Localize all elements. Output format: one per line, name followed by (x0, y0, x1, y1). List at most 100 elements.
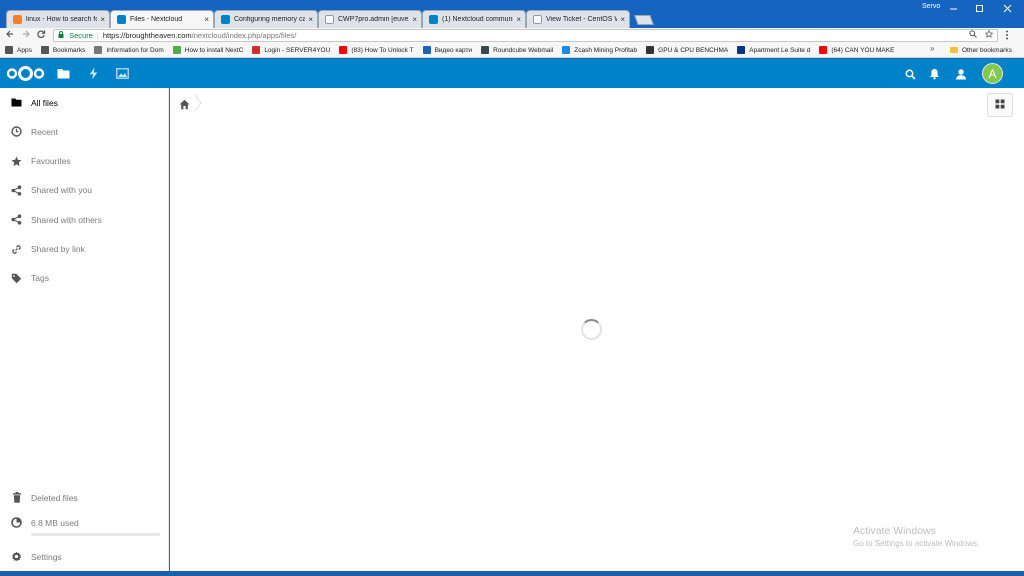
bookmark-label: (83) How To Unlock T (351, 46, 414, 54)
bookmark-item[interactable]: (83) How To Unlock T (339, 46, 414, 54)
browser-tab[interactable]: linux - How to search for × (6, 10, 110, 28)
bookmark-item[interactable]: Information for Dom (94, 46, 164, 54)
browser-titlebar: linux - How to search for × Files - Nextcl… (0, 0, 1024, 28)
forward-icon[interactable] (20, 29, 32, 43)
share-icon (11, 185, 22, 196)
back-icon[interactable] (4, 29, 16, 43)
bookmark-item[interactable]: Zcash Mining Profitab (562, 46, 637, 54)
gallery-app-icon[interactable] (115, 66, 130, 81)
bookmark-item[interactable]: Roundcube Webmail (481, 46, 553, 54)
sidebar-item-all-files[interactable]: All files (0, 88, 169, 117)
address-bar[interactable]: Secure | https://broughtheaven.com/nextclo… (53, 29, 998, 42)
maximize-icon[interactable] (966, 0, 992, 16)
tab-close-icon[interactable]: × (204, 15, 209, 24)
minimize-icon[interactable] (940, 0, 966, 16)
reload-icon[interactable] (35, 29, 47, 43)
bookmark-item[interactable]: Видео карти (422, 46, 473, 54)
tag-icon (11, 273, 22, 284)
bookmark-item[interactable]: How to install NextC (172, 46, 244, 54)
other-bookmarks-label: Other bookmarks (962, 46, 1012, 54)
sidebar-item-shared-with-others[interactable]: Shared with others (0, 205, 169, 234)
bookmark-item[interactable]: GPU & CPU BENCHMA (646, 46, 728, 54)
s4y-icon (252, 46, 261, 54)
sidebar-item-tags[interactable]: Tags (0, 264, 169, 293)
breadcrumb-home-icon[interactable] (179, 97, 190, 110)
bookmark-item[interactable]: Apps (5, 46, 32, 54)
browser-tab[interactable]: (1) Nextcloud communi × (422, 10, 526, 28)
booking-icon (737, 46, 746, 54)
sidebar-item-label: Tags (31, 273, 49, 284)
tab-close-icon[interactable]: × (620, 15, 625, 24)
sidebar-item-label: Recent (31, 126, 58, 137)
bookmark-label: Видео карти (434, 46, 473, 54)
tab-favicon-icon (533, 15, 542, 24)
globe-icon (94, 46, 103, 54)
browser-toolbar: Secure | https://broughtheaven.com/nextclo… (0, 28, 1024, 43)
m-icon (172, 46, 181, 54)
browser-tab[interactable]: View Ticket - CentOS We × (526, 10, 630, 28)
search-icon[interactable] (905, 67, 917, 80)
sidebar-item-shared-by-link[interactable]: Shared by link (0, 235, 169, 264)
youtube-icon (339, 46, 348, 54)
profile-name[interactable]: Servo (922, 3, 940, 10)
bookmark-item[interactable]: Bookmarks (40, 46, 86, 54)
breadcrumb-separator (194, 94, 203, 112)
nextcloud-logo[interactable] (6, 66, 46, 81)
sidebar-item-recent[interactable]: Recent (0, 117, 169, 146)
sidebar-item-shared-with-you[interactable]: Shared with you (0, 176, 169, 205)
watermark-title: Activate Windows (853, 525, 936, 537)
loading-spinner (581, 319, 602, 340)
tab-close-icon[interactable]: × (412, 15, 417, 24)
tab-title: CWP7pro.admin [euve21 (338, 16, 410, 23)
bookmark-item[interactable]: Login - SERVER4YOU (252, 46, 330, 54)
nextcloud-header (0, 59, 1024, 88)
bookmark-label: (64) CAN YOU MAKE (831, 46, 895, 54)
browser-menu-icon[interactable] (1005, 30, 1009, 42)
browser-tab[interactable]: CWP7pro.admin [euve21 × (318, 10, 422, 28)
other-bookmarks[interactable]: Other bookmarks (950, 44, 1012, 56)
chart-icon (562, 46, 571, 54)
settings-label: Settings (31, 551, 62, 562)
activate-windows-watermark: Activate Windows Go to Settings to activ… (853, 525, 979, 548)
bookmark-label: How to install NextC (184, 46, 244, 54)
new-tab-button[interactable] (634, 15, 654, 25)
user-avatar[interactable]: A (982, 63, 1003, 84)
bookmark-label: Login - SERVER4YOU (264, 46, 331, 54)
settings-button[interactable]: Settings (0, 542, 169, 571)
activity-app-icon[interactable] (86, 66, 101, 81)
star-icon (11, 156, 22, 167)
bookmark-label: Bookmarks (52, 46, 86, 54)
tab-title: Files - Nextcloud (130, 16, 183, 23)
bookmark-label: GPU & CPU BENCHMA (658, 46, 729, 54)
sidebar-item-favourites[interactable]: Favourites (0, 147, 169, 176)
bookmark-item[interactable]: Apartment Le Suite d (737, 46, 810, 54)
tab-close-icon[interactable]: × (308, 15, 313, 24)
bookmark-label: Roundcube Webmail (493, 46, 554, 54)
files-sidebar: All files Recent Favourites Shared with you… (0, 88, 169, 571)
quota-bar (31, 533, 160, 536)
browser-tab[interactable]: Configuring memory ca × (214, 10, 318, 28)
browser-tab[interactable]: Files - Nextcloud × (110, 10, 214, 28)
contacts-icon[interactable] (955, 67, 967, 80)
files-app-icon[interactable] (56, 66, 71, 81)
roundcube-icon (481, 46, 490, 54)
sidebar-item-label: Favourites (31, 156, 71, 167)
grid-icon (995, 96, 1005, 114)
notifications-icon[interactable] (929, 67, 941, 80)
apps-grid-icon (5, 46, 13, 54)
sidebar-item-label: All files (31, 97, 58, 108)
bookmarks-overflow-icon[interactable]: » (930, 44, 934, 53)
secure-label: Secure (69, 31, 93, 40)
zoom-icon[interactable] (969, 30, 979, 40)
tab-title: linux - How to search for (26, 16, 98, 23)
tab-close-icon[interactable]: × (100, 15, 105, 24)
bookmark-item[interactable]: (64) CAN YOU MAKE (819, 46, 894, 54)
bookmark-star-icon[interactable] (984, 29, 994, 40)
close-window-icon[interactable] (994, 0, 1020, 16)
grid-view-toggle[interactable] (987, 93, 1013, 117)
bookmarks-bar: Apps Bookmarks Information for Dom How to i… (0, 43, 1024, 58)
tab-favicon-icon (221, 15, 230, 24)
tab-close-icon[interactable]: × (516, 15, 521, 24)
tab-title: (1) Nextcloud communi (442, 16, 514, 23)
files-content (170, 88, 1024, 571)
